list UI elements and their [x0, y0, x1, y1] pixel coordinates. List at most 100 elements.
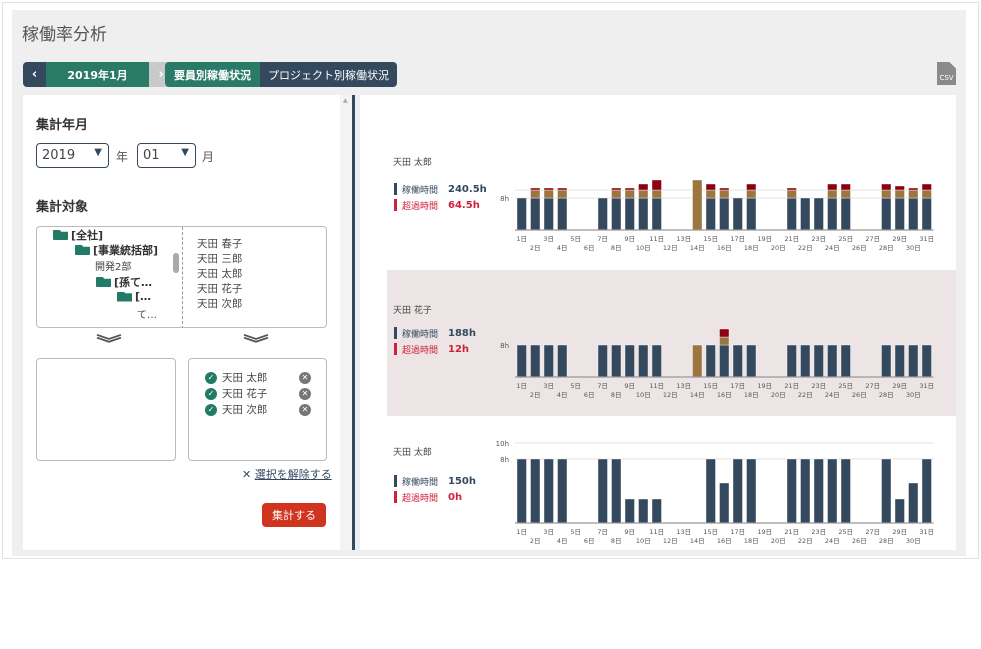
- tree-item[interactable]: [孫て…: [96, 274, 152, 290]
- bar-regular: [530, 458, 541, 524]
- bar-overtime: [705, 189, 716, 199]
- bar-regular: [719, 482, 730, 524]
- x-tick-label: 31日: [919, 235, 934, 243]
- bar-regular: [786, 458, 797, 524]
- x-tick-label: 14日: [690, 537, 705, 545]
- prev-month-button[interactable]: ‹: [23, 62, 46, 87]
- bar-regular: [746, 458, 757, 524]
- bar-regular: [786, 197, 797, 231]
- tree-item[interactable]: [全社]: [53, 227, 103, 243]
- tree-item[interactable]: て…: [137, 306, 157, 321]
- current-month: 2019年1月: [46, 62, 149, 87]
- bar-overtime: [840, 189, 851, 199]
- member-chart-row: 天田 太郎 稼働時間 240.5h 超過時間 64.5h 8h 1日 2日 3日 4日 5日 6日…: [387, 95, 956, 270]
- bar-regular: [827, 458, 838, 524]
- double-chevron-down-icon[interactable]: ︾: [243, 330, 268, 356]
- member-item[interactable]: 天田 春子: [197, 237, 242, 252]
- x-tick-label: 15日: [703, 235, 718, 243]
- target-heading: 集計対象: [36, 200, 89, 215]
- selected-member-label: 天田 花子: [222, 388, 268, 400]
- member-item[interactable]: 天田 太郎: [197, 267, 242, 282]
- month-select[interactable]: 01 ▼: [137, 143, 196, 168]
- x-tick-label: 10日: [636, 537, 651, 545]
- remove-icon[interactable]: ✕: [299, 387, 311, 400]
- x-tick-label: 16日: [717, 244, 732, 252]
- bar-excess: [638, 183, 649, 191]
- bar-regular: [881, 458, 892, 524]
- x-tick-label: 24日: [825, 244, 840, 252]
- tree-item[interactable]: 開発2部: [95, 258, 131, 273]
- x-tick-label: 30日: [906, 391, 921, 399]
- bar-regular: [557, 197, 568, 231]
- tree-label: [全社]: [71, 229, 104, 242]
- x-tick-label: 6日: [584, 537, 595, 545]
- tree-scrollbar[interactable]: [173, 253, 179, 273]
- bar-regular: [638, 197, 649, 231]
- member-item[interactable]: 天田 次郎: [197, 297, 242, 312]
- bar-regular: [827, 344, 838, 378]
- bar-excess: [611, 187, 622, 191]
- bar-excess: [840, 183, 851, 191]
- utilization-chart: 8h 1日2日3日4日5日6日7日8日9日10日11日12日13日14日15日16…: [500, 179, 934, 252]
- bar-regular: [530, 344, 541, 378]
- tab-project-utilization[interactable]: プロジェクト別稼働状況: [260, 62, 397, 87]
- tree-item[interactable]: [事業統括部]: [75, 242, 158, 258]
- bar-regular: [813, 344, 824, 378]
- x-tick-label: 16日: [717, 537, 732, 545]
- x-tick-label: 24日: [825, 391, 840, 399]
- close-icon: ✕: [242, 468, 252, 481]
- x-tick-label: 1日: [516, 528, 527, 536]
- x-tick-label: 18日: [744, 537, 759, 545]
- folder-icon: [96, 277, 111, 287]
- charts-panel: 天田 太郎 稼働時間 240.5h 超過時間 64.5h 8h 1日 2日 3日 4日 5日 6日…: [360, 95, 956, 550]
- tree-label: [孫て…: [114, 276, 153, 289]
- utilization-chart: 8h 1日2日3日4日5日6日7日8日9日10日11日12日13日14日15日16…: [500, 328, 934, 399]
- panel-scrollbar[interactable]: ▲: [340, 95, 352, 550]
- x-tick-label: 18日: [744, 391, 759, 399]
- bar-regular: [516, 344, 527, 378]
- x-tick-label: 8日: [611, 537, 622, 545]
- bar-regular: [719, 197, 730, 231]
- x-tick-label: 27日: [865, 528, 880, 536]
- bar-overtime: [651, 189, 662, 199]
- bar-regular: [705, 344, 716, 378]
- folder-icon: [117, 291, 132, 302]
- x-tick-label: 15日: [703, 382, 718, 390]
- tree-item[interactable]: […: [117, 290, 151, 303]
- double-chevron-down-icon[interactable]: ︾: [96, 330, 121, 356]
- x-tick-label: 9日: [624, 235, 635, 243]
- bar-regular: [516, 197, 527, 231]
- x-tick-label: 21日: [784, 528, 799, 536]
- bar-regular: [611, 344, 622, 378]
- x-tick-label: 7日: [597, 528, 608, 536]
- bar-overtime: [624, 189, 635, 199]
- aggregate-button[interactable]: 集計する: [262, 503, 326, 527]
- bar-overtime: [786, 189, 797, 199]
- bar-regular: [597, 197, 608, 231]
- x-tick-label: 30日: [906, 537, 921, 545]
- bar-regular: [597, 458, 608, 524]
- bar-overtime: [543, 189, 554, 199]
- selected-member-label: 天田 太郎: [222, 372, 268, 384]
- member-item[interactable]: 天田 花子: [197, 282, 242, 297]
- remove-icon[interactable]: ✕: [299, 403, 311, 416]
- x-tick-label: 27日: [865, 382, 880, 390]
- chevron-down-icon: ▼: [94, 147, 102, 158]
- bar-regular: [840, 197, 851, 231]
- x-tick-label: 7日: [597, 382, 608, 390]
- bar-excess: [543, 187, 554, 191]
- x-tick-label: 27日: [865, 235, 880, 243]
- panel-splitter[interactable]: [352, 95, 360, 550]
- tab-member-utilization[interactable]: 要員別稼働状況: [165, 62, 260, 87]
- remove-icon[interactable]: ✕: [299, 371, 311, 384]
- month-value: 01: [143, 148, 160, 163]
- member-chart-row: 天田 花子 稼働時間 188h 超過時間 12h 8h 1日 2日 3日 4日 5日 6日 7日 8日…: [387, 270, 956, 416]
- view-tabs: 要員別稼働状況 プロジェクト別稼働状況: [165, 62, 397, 87]
- tree-label: 開発2部: [95, 262, 132, 273]
- member-list: 天田 春子 天田 三郎 天田 太郎 天田 花子 天田 次郎: [197, 237, 242, 312]
- year-select[interactable]: 2019 ▼: [36, 143, 109, 168]
- member-item[interactable]: 天田 三郎: [197, 252, 242, 267]
- clear-selection-link[interactable]: ✕ 選択を解除する: [242, 466, 332, 482]
- bar-excess: [705, 183, 716, 191]
- x-tick-label: 28日: [879, 244, 894, 252]
